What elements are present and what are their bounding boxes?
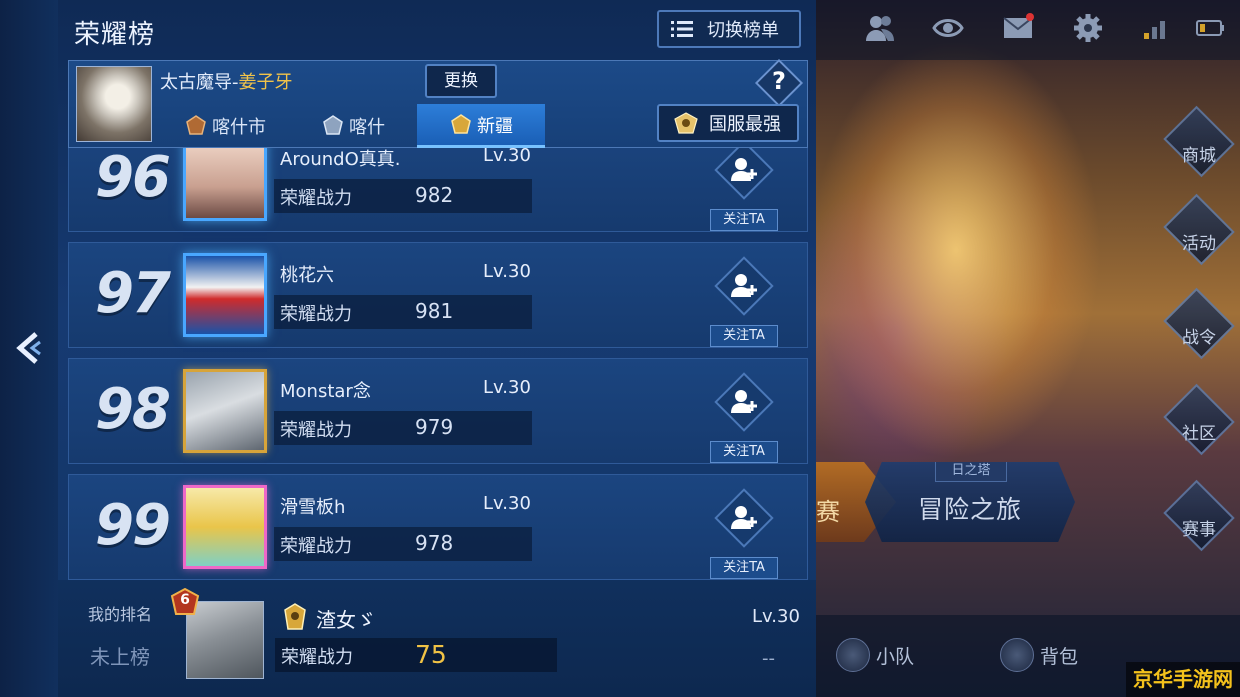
ranking-row[interactable]: 98 Monstar念 Lv.30 荣耀战力 979 关注TA xyxy=(68,358,808,464)
collapse-arrow-icon[interactable] xyxy=(14,330,44,366)
player-avatar[interactable] xyxy=(183,369,267,453)
power-value: 979 xyxy=(415,415,454,439)
crown-emblem-icon xyxy=(674,112,698,134)
hero-highlight-name: 姜子牙 xyxy=(238,72,293,93)
friends-icon[interactable] xyxy=(860,10,900,46)
rank-number: 99 xyxy=(95,493,171,558)
eye-icon[interactable] xyxy=(928,10,968,46)
power-value: 978 xyxy=(415,531,454,555)
side-entry-shop-label: 商城 xyxy=(1182,146,1216,166)
team-button[interactable]: 小队 xyxy=(836,635,914,675)
adventure-tag: 日之塔 xyxy=(935,462,1007,482)
power-value: 981 xyxy=(415,299,454,323)
hero-avatar xyxy=(76,66,152,142)
settings-gear-icon[interactable] xyxy=(1068,10,1108,46)
ranking-row[interactable]: 97 桃花六 Lv.30 荣耀战力 981 关注TA xyxy=(68,242,808,348)
mail-icon[interactable] xyxy=(998,10,1038,46)
player-level: Lv.30 xyxy=(483,148,531,166)
side-entry-community-label: 社区 xyxy=(1182,424,1216,444)
flag-icon xyxy=(836,638,870,672)
ranking-list: 96 AroundO真真. Lv.30 荣耀战力 982 关注TA 97 桃花六… xyxy=(58,148,816,580)
tab-region-province[interactable]: 新疆 xyxy=(417,104,545,148)
panel-title: 荣耀榜 xyxy=(74,20,156,50)
player-level: Lv.30 xyxy=(483,493,531,514)
player-avatar[interactable] xyxy=(183,148,267,221)
my-rank-status: 未上榜 xyxy=(90,645,150,669)
tab-region-city[interactable]: 喀什市 xyxy=(161,104,289,148)
rank-number: 97 xyxy=(95,261,171,326)
tab-region-city-label: 喀什市 xyxy=(212,117,266,138)
bag-button[interactable]: 背包 xyxy=(1000,635,1078,675)
silver-emblem-icon xyxy=(323,115,343,135)
level-badge-number: 6 xyxy=(180,592,190,608)
side-entry-tournament-label: 赛事 xyxy=(1182,520,1216,540)
tab-region-prefecture[interactable]: 喀什 xyxy=(289,104,417,148)
player-avatar[interactable] xyxy=(183,253,267,337)
follow-button[interactable]: 关注TA xyxy=(710,557,778,579)
tab-region-province-label: 新疆 xyxy=(477,115,513,137)
my-rank-label: 我的排名 xyxy=(88,605,153,624)
adventure-label: 冒险之旅 xyxy=(917,495,1022,524)
follow-button[interactable]: 关注TA xyxy=(710,325,778,347)
my-rank-change: -- xyxy=(762,648,775,669)
my-power-label: 荣耀战力 xyxy=(281,647,353,668)
ranking-row[interactable]: 96 AroundO真真. Lv.30 荣耀战力 982 关注TA xyxy=(68,148,808,232)
side-entry-shop[interactable]: 商城 xyxy=(1160,105,1238,196)
battery-icon xyxy=(1190,10,1230,46)
bag-label: 背包 xyxy=(1040,645,1079,668)
my-power-value: 75 xyxy=(415,640,447,669)
tab-region-prefecture-label: 喀什 xyxy=(349,117,385,138)
rank-number: 98 xyxy=(95,377,171,442)
hero-name: 太古魔导-姜子牙 xyxy=(160,68,293,94)
add-friend-icon[interactable] xyxy=(729,155,759,185)
side-entry-battle-pass[interactable]: 战令 xyxy=(1160,287,1238,378)
change-hero-button[interactable]: 更换 xyxy=(425,64,497,98)
side-entry-tournament[interactable]: 赛事 xyxy=(1160,479,1238,570)
add-friend-icon[interactable] xyxy=(729,503,759,533)
player-name: 滑雪板h xyxy=(280,497,346,518)
side-entry-battle-pass-label: 战令 xyxy=(1182,328,1216,348)
ranked-match-label: 赛 xyxy=(816,498,840,526)
player-avatar[interactable] xyxy=(183,485,267,569)
add-friend-icon[interactable] xyxy=(729,387,759,417)
gold-emblem-icon xyxy=(451,113,471,134)
power-value: 982 xyxy=(415,183,454,207)
add-friend-icon[interactable] xyxy=(729,271,759,301)
player-level: Lv.30 xyxy=(483,261,531,282)
power-label: 荣耀战力 xyxy=(280,536,352,557)
list-icon xyxy=(671,21,693,37)
switch-leaderboard-label: 切换榜单 xyxy=(707,20,779,41)
player-level: Lv.30 xyxy=(483,377,531,398)
side-entry-events[interactable]: 活动 xyxy=(1160,193,1238,284)
team-label: 小队 xyxy=(876,645,915,668)
ranking-row[interactable]: 99 滑雪板h Lv.30 荣耀战力 978 关注TA xyxy=(68,474,808,580)
follow-button[interactable]: 关注TA xyxy=(710,209,778,231)
national-best-button[interactable]: 国服最强 xyxy=(657,104,799,142)
my-level: Lv.30 xyxy=(752,606,800,627)
side-entry-events-label: 活动 xyxy=(1182,234,1216,254)
switch-leaderboard-button[interactable]: 切换榜单 xyxy=(657,10,801,48)
signal-icon xyxy=(1136,10,1176,46)
rank-emblem-icon xyxy=(284,603,306,630)
bag-icon xyxy=(1000,638,1034,672)
watermark: 京华手游网 xyxy=(1126,662,1240,697)
power-label: 荣耀战力 xyxy=(280,420,352,441)
national-best-label: 国服最强 xyxy=(709,114,781,135)
power-label: 荣耀战力 xyxy=(280,188,352,209)
player-name: Monstar念 xyxy=(280,381,371,402)
help-icon[interactable]: ? xyxy=(766,67,792,99)
hero-title: 太古魔导- xyxy=(160,72,239,93)
adventure-mode-entry[interactable]: 日之塔 冒险之旅 xyxy=(865,462,1075,542)
follow-button[interactable]: 关注TA xyxy=(710,441,778,463)
bronze-emblem-icon xyxy=(186,115,206,135)
side-entry-community[interactable]: 社区 xyxy=(1160,383,1238,474)
power-label: 荣耀战力 xyxy=(280,304,352,325)
player-name: 桃花六 xyxy=(280,265,334,286)
rank-number: 96 xyxy=(95,148,171,210)
my-name: 渣女ゞ xyxy=(316,608,376,632)
player-name: AroundO真真. xyxy=(280,149,401,170)
